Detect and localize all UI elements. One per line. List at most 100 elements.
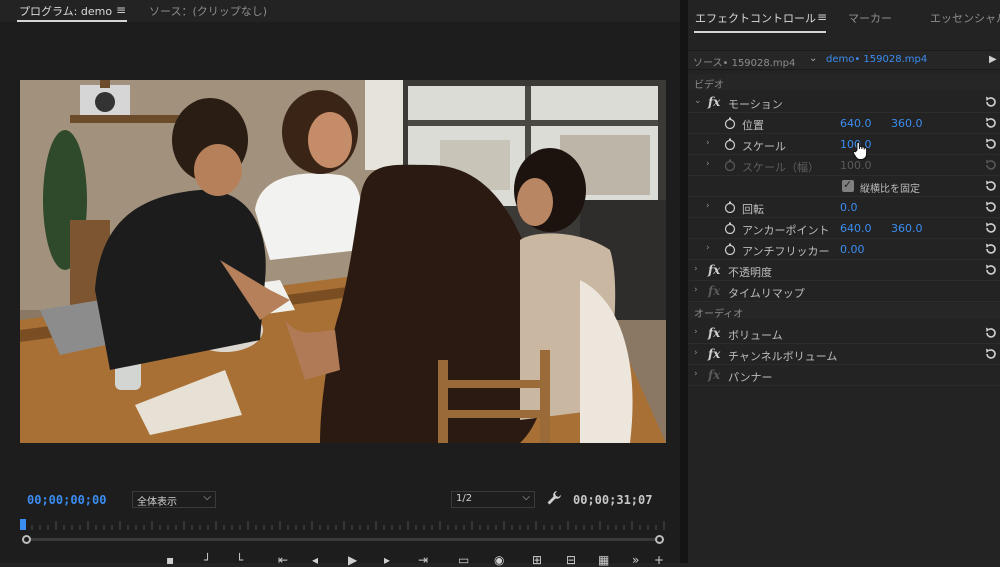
fx-icon[interactable]: fx (708, 263, 720, 277)
wrench-icon[interactable] (546, 490, 562, 506)
expand-chevron-icon[interactable]: › (694, 285, 698, 295)
effect-row-channel-volume[interactable]: › fx チャンネルボリューム (688, 344, 1000, 365)
anchor-y-value[interactable]: 360.0 (891, 222, 923, 235)
fx-icon[interactable]: fx (708, 347, 720, 361)
stopwatch-icon[interactable] (724, 222, 736, 234)
tab-program[interactable]: プログラム: demo (19, 3, 112, 19)
rotation-value[interactable]: 0.0 (840, 201, 858, 214)
reset-icon[interactable] (984, 263, 998, 277)
tab-effect-controls[interactable]: エフェクトコントロール (695, 10, 816, 26)
current-timecode[interactable]: 00;00;00;00 (27, 493, 106, 507)
reset-icon[interactable] (984, 221, 998, 235)
zoom-level-select[interactable]: 全体表示 ⌵ (132, 491, 216, 508)
reset-icon[interactable] (984, 200, 998, 214)
reset-icon[interactable] (984, 137, 998, 151)
mark-out-icon[interactable]: └ (236, 554, 243, 566)
fx-icon: fx (708, 284, 721, 298)
expand-chevron-icon[interactable]: › (694, 348, 698, 358)
active-tab-underline (694, 31, 826, 33)
sequence-clip-label[interactable]: demo• 159028.mp4 (826, 54, 927, 65)
position-x-value[interactable]: 640.0 (840, 117, 872, 130)
collapse-chevron-icon[interactable]: ⌄ (694, 96, 702, 106)
param-name-position: 位置 (742, 119, 764, 132)
panel-menu-icon[interactable]: ≡ (817, 10, 827, 24)
stopwatch-icon[interactable] (724, 138, 736, 150)
time-ruler[interactable] (20, 519, 666, 547)
effect-row-motion[interactable]: ⌄ fx モーション (688, 92, 1000, 113)
overwrite-icon[interactable]: ⊟ (566, 554, 576, 566)
stopwatch-icon (724, 159, 736, 171)
effect-name-time-remap: タイムリマップ (728, 287, 805, 300)
step-back-icon[interactable]: ◂ (312, 554, 318, 566)
panel-menu-icon[interactable]: ≡ (116, 3, 126, 17)
fx-icon[interactable]: fx (708, 326, 720, 340)
section-video-label: ビデオ (694, 80, 724, 91)
param-row-anchor-point: アンカーポイント 640.0 360.0 (688, 218, 1000, 239)
uniform-scale-checkbox[interactable]: ✓ (842, 178, 854, 192)
chevron-down-icon[interactable]: ⌄ (809, 53, 817, 64)
expand-chevron-icon[interactable]: › (694, 327, 698, 337)
scroll-handle-end[interactable] (655, 535, 664, 544)
video-preview[interactable] (20, 80, 666, 443)
effect-row-time-remap[interactable]: › fx タイムリマップ (688, 281, 1000, 302)
tab-source[interactable]: ソース：(クリップなし) (149, 3, 267, 19)
param-row-scale: › スケール 100.0 (688, 134, 1000, 155)
stopwatch-icon[interactable] (724, 201, 736, 213)
effect-row-opacity[interactable]: › fx 不透明度 (688, 260, 1000, 281)
reset-icon[interactable] (984, 326, 998, 340)
go-to-in-icon[interactable]: ⇤ (278, 554, 288, 566)
effect-controls-tabs: エフェクトコントロール ≡ マーカー エッセンシャル (688, 0, 1000, 34)
mark-in-icon[interactable]: ┘ (204, 554, 211, 566)
step-forward-icon[interactable]: ▸ (384, 554, 390, 566)
tab-marker[interactable]: マーカー (848, 10, 892, 26)
effect-name-channel-volume: チャンネルボリューム (728, 350, 838, 363)
tab-essential-sound[interactable]: エッセンシャル (930, 10, 1000, 26)
scroll-handle-start[interactable] (22, 535, 31, 544)
play-icon[interactable]: ▶ (348, 554, 357, 566)
reset-icon[interactable] (984, 242, 998, 256)
export-frame-icon[interactable]: ▦ (598, 554, 609, 566)
effect-name-panner: パンナー (728, 371, 773, 384)
add-button-icon[interactable]: + (654, 554, 664, 566)
expand-chevron-icon[interactable]: › (706, 243, 710, 253)
reset-icon[interactable] (984, 116, 998, 130)
param-name-rotation: 回転 (742, 203, 764, 216)
anchor-x-value[interactable]: 640.0 (840, 222, 872, 235)
param-row-uniform-scale: ✓ 縦横比を固定 (688, 176, 1000, 197)
effect-row-panner[interactable]: › fx パンナー (688, 365, 1000, 386)
lift-icon[interactable]: ▭ (458, 554, 469, 566)
stopwatch-icon[interactable] (724, 243, 736, 255)
param-row-anti-flicker: › アンチフリッカー 0.00 (688, 239, 1000, 260)
effect-row-volume[interactable]: › fx ボリューム (688, 323, 1000, 344)
chevron-down-icon: ⌵ (203, 492, 211, 503)
duration-timecode: 00;00;31;07 (573, 493, 653, 507)
reset-icon[interactable] (984, 95, 998, 109)
zoom-scroll-bar[interactable] (24, 538, 662, 541)
expand-chevron-icon[interactable]: › (694, 369, 698, 379)
uniform-scale-label[interactable]: 縦横比を固定 (860, 180, 920, 195)
marker-icon[interactable]: ▪ (166, 554, 174, 566)
panel-divider[interactable] (680, 0, 688, 563)
expand-chevron-icon[interactable]: › (706, 138, 710, 148)
position-y-value[interactable]: 360.0 (891, 117, 923, 130)
expand-chevron-icon[interactable]: › (694, 264, 698, 274)
playhead[interactable] (20, 519, 26, 530)
master-clip-label[interactable]: ソース• 159028.mp4 (693, 54, 795, 69)
more-icon[interactable]: » (632, 554, 639, 566)
camera-icon[interactable]: ◉ (494, 554, 504, 566)
program-monitor-panel: プログラム: demo ≡ ソース：(クリップなし) 00;00;00;00 全… (0, 0, 680, 566)
param-name-scale: スケール (742, 140, 786, 153)
go-to-out-icon[interactable]: ⇥ (418, 554, 428, 566)
expand-chevron-icon[interactable]: › (706, 201, 710, 211)
playback-resolution-select[interactable]: 1/2 ⌵ (451, 491, 535, 508)
reset-icon[interactable] (984, 347, 998, 361)
insert-icon[interactable]: ⊞ (532, 554, 542, 566)
section-audio-label: オーディオ (694, 309, 744, 320)
anti-flicker-value[interactable]: 0.00 (840, 243, 865, 256)
fx-icon[interactable]: fx (708, 95, 720, 109)
program-monitor-tabs: プログラム: demo ≡ ソース：(クリップなし) (0, 0, 680, 22)
stopwatch-icon[interactable] (724, 117, 736, 129)
reset-icon[interactable] (984, 179, 998, 193)
play-triangle-icon[interactable]: ▶ (989, 54, 997, 65)
param-row-scale-width: › スケール（幅） 100.0 (688, 155, 1000, 176)
